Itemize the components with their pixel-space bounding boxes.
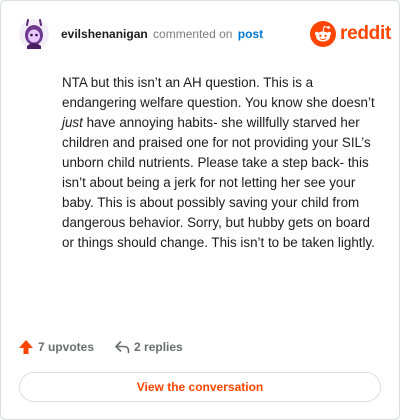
comment-embed-card: evilshenanigan commented on post reddit … [0, 0, 400, 420]
username[interactable]: evilshenanigan [61, 27, 148, 41]
view-conversation-button[interactable]: View the conversation [19, 372, 381, 402]
reply-arrow-icon [115, 341, 130, 354]
comment-body: NTA but this isn’t an AH question. This … [62, 73, 380, 253]
comment-actions: 7 upvotes 2 replies [18, 339, 183, 355]
user-avatar[interactable] [19, 19, 49, 49]
reddit-logo[interactable]: reddit [310, 21, 391, 47]
replies-button[interactable]: 2 replies [114, 339, 183, 355]
comment-meta: evilshenanigan commented on post [61, 27, 263, 41]
comment-text-part-1: NTA but this isn’t an AH question. This … [62, 75, 375, 110]
upvote-arrow-icon [19, 340, 33, 354]
reddit-snoo-icon [310, 21, 336, 47]
comment-emphasis: just [62, 115, 83, 130]
comment-text-part-2: have annoying habits- she willfully star… [62, 115, 375, 250]
upvote-count: 7 upvotes [38, 340, 95, 354]
reddit-wordmark: reddit [340, 23, 391, 44]
upvote-button[interactable]: 7 upvotes [18, 339, 94, 355]
post-link[interactable]: post [238, 27, 263, 41]
reply-count: 2 replies [134, 340, 183, 354]
commented-on-text: commented on [153, 27, 233, 41]
